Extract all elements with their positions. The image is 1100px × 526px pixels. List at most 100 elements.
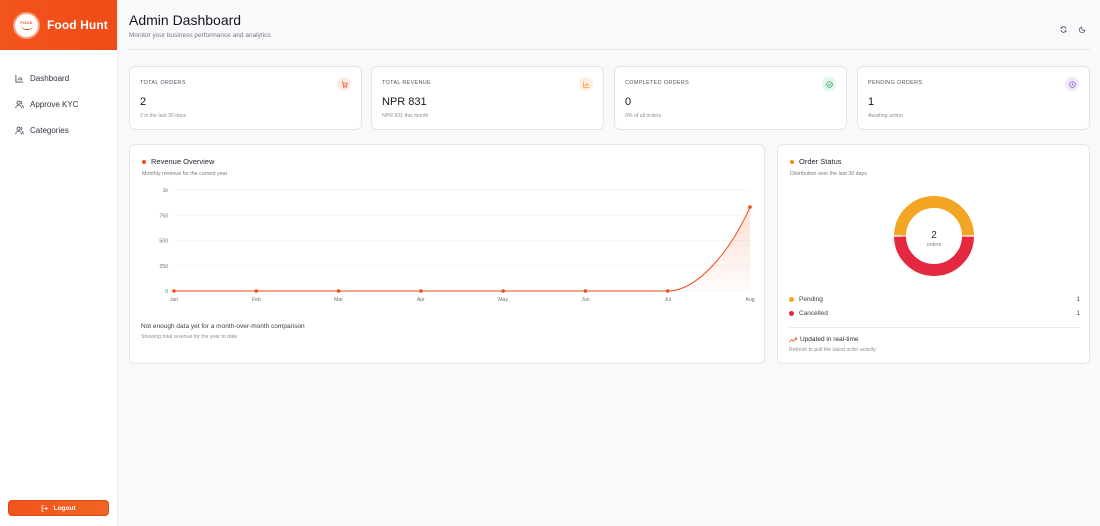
revenue-note-sub: Showing total revenue for the year to da… [141,334,238,340]
x-tick-label: Jul [664,297,671,303]
legend-dot [789,311,794,316]
stat-value: 0 [625,96,632,108]
dark-mode-moon-icon[interactable] [1079,26,1086,33]
x-tick-label: Apr [417,297,425,303]
data-point [419,289,423,293]
stat-sub: 2 in the last 30 days [140,113,187,119]
stat-icon-badge [1065,77,1079,91]
logout-icon [42,504,49,512]
header-actions [1060,26,1086,33]
legend-item-cancelled: Cancelled 1 [789,310,1080,317]
x-tick-label: Jan [170,297,178,303]
logo-text: FOOD [20,19,33,25]
users-icon [15,126,24,134]
logout-label: Logout [53,504,76,512]
order-status-subtitle: Distribution over the last 30 days [790,171,867,177]
data-point [665,289,670,293]
realtime-title-row: Updated in real-time [789,336,859,343]
sidebar-item-label: Dashboard [30,73,70,83]
stat-card-completed-orders: COMPLETED ORDERS 0 0% of all orders [614,66,847,130]
donut-center-label: orders [927,242,942,248]
cart-icon [341,80,348,88]
data-point [501,289,505,293]
data-point [336,289,341,293]
revenue-chart: 0 250 500 750 1k Jan Feb Mar Apr May Jun Jul Aug [159,188,754,303]
bar-chart-icon [582,81,589,88]
order-status-title-row: Order Status [790,157,1077,166]
revenue-subtitle: Monthly revenue for the current year [142,171,228,177]
bar-chart-icon [15,74,24,83]
y-tick-label: 250 [159,264,168,270]
revenue-overview-card: 0 250 500 750 1k Jan Feb Mar Apr May Jun Jul Aug Rev… [129,144,765,364]
stat-value: 2 [140,96,147,108]
order-status-donut: 2orders [894,196,974,276]
brand-header[interactable]: FOOD Food Hunt [0,0,117,50]
order-status-title: Order Status [799,157,842,166]
revenue-line [174,206,751,292]
x-tick-label: Aug [745,297,754,303]
x-tick-label: Mar [334,297,343,303]
page-header: Admin Dashboard Monitor your business pe… [129,12,1090,50]
stat-sub: Awaiting action [868,113,903,119]
legend-label: Pending [799,296,823,303]
sidebar: FOOD Food Hunt Dashboard Approve KYC Cat… [0,0,118,526]
data-point [254,289,259,293]
section-dot [790,159,794,164]
data-point [172,289,176,293]
legend-count: 1 [1076,296,1080,303]
trending-up-icon [789,337,797,342]
revenue-area [174,207,750,291]
y-tick-label: 500 [159,239,168,245]
realtime-subtitle: Refresh to pull the latest order activit… [789,347,876,353]
stat-value: NPR 831 [382,96,427,108]
clock-icon [1068,80,1076,88]
stat-label: TOTAL REVENUE [382,80,432,86]
section-dot [142,159,146,164]
stat-sub: 0% of all orders [625,113,662,119]
stat-card-pending-orders: PENDING ORDERS 1 Awaiting action [857,66,1090,130]
revenue-note-title: Not enough data yet for a month-over-mon… [141,323,305,330]
x-tick-label: Jun [581,297,589,303]
sidebar-item-label: Approve KYC [30,99,79,109]
sidebar-nav: Dashboard Approve KYC Categories [0,65,117,143]
stat-sub: NPR 831 this month [382,113,429,119]
sidebar-item-label: Categories [30,125,69,135]
y-tick-label: 750 [159,213,168,219]
sidebar-item-categories[interactable]: Categories [0,117,117,143]
page-subtitle: Monitor your business performance and an… [129,32,271,39]
divider [789,327,1080,328]
y-tick-label: 0 [165,289,168,295]
check-circle-icon [825,80,833,88]
revenue-title: Revenue Overview [151,157,215,166]
x-tick-label: Feb [252,297,261,303]
stat-card-total-orders: TOTAL ORDERS 2 2 in the last 30 days [129,66,362,130]
data-point [748,205,752,209]
revenue-title-row: Revenue Overview [142,157,752,166]
refresh-icon[interactable] [1060,26,1067,33]
order-status-card: 2 orders Order Status Distribution over t… [777,144,1090,364]
stat-label: TOTAL ORDERS [140,80,186,86]
donut-center-value: 2 [931,230,937,241]
users-icon [15,100,24,108]
stat-card-total-revenue: TOTAL REVENUE NPR 831 NPR 831 this month [371,66,604,130]
legend-label: Cancelled [799,310,828,317]
x-tick-label: May [498,297,508,303]
logout-button[interactable]: Logout [8,500,109,516]
stat-value: 1 [868,96,875,108]
data-point [583,289,588,293]
sidebar-item-dashboard[interactable]: Dashboard [0,65,117,91]
stat-label: PENDING ORDERS [868,80,923,86]
legend-dot [789,297,794,302]
food-hunt-logo: FOOD [13,11,40,39]
realtime-title: Updated in real-time [800,336,859,343]
stat-icon-badge [337,77,351,91]
y-tick-label: 1k [163,188,169,194]
brand-name: Food Hunt [47,18,108,32]
page-title: Admin Dashboard [129,12,242,28]
stat-icon-badge [579,77,593,91]
stat-icon-badge [822,77,836,91]
legend-count: 1 [1076,310,1080,317]
legend-item-pending: Pending 1 [789,296,1080,303]
stat-label: COMPLETED ORDERS [625,80,690,86]
sidebar-item-approve-kyc[interactable]: Approve KYC [0,91,117,117]
